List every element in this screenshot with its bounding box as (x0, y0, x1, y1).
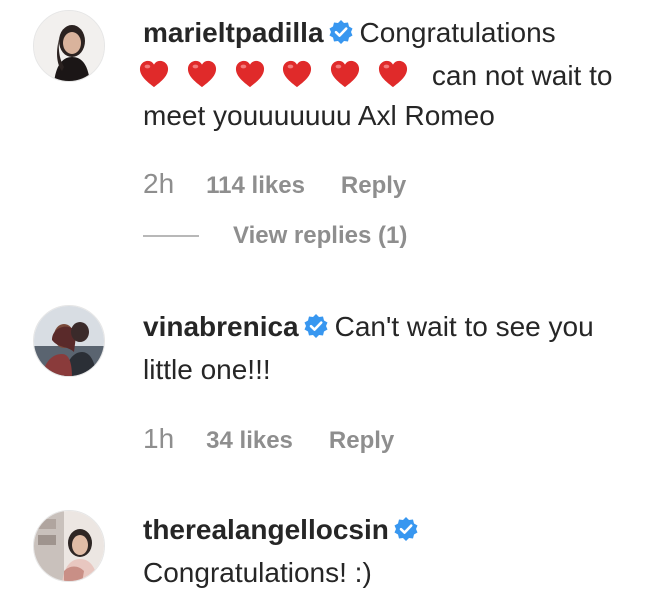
comment-username[interactable]: therealangellocsin (143, 514, 389, 545)
avatar[interactable] (33, 10, 105, 82)
heart-icon (283, 60, 312, 88)
comment-item: therealangellocsin Congratulations! :) (0, 500, 660, 600)
avatar[interactable] (33, 510, 105, 582)
comment-timestamp[interactable]: 2h (143, 168, 174, 200)
heart-icon (378, 60, 407, 88)
comment-item: vinabrenica Can't wait to see you little … (0, 295, 660, 475)
heart-icon (139, 60, 169, 88)
view-replies-button[interactable]: View replies (1) (143, 222, 407, 250)
reply-button[interactable]: Reply (329, 427, 394, 455)
avatar[interactable] (33, 305, 105, 377)
verified-badge-icon (328, 16, 354, 56)
verified-badge-icon (303, 310, 329, 350)
comment-text: Congratulations (359, 17, 556, 48)
comment-item: marieltpadilla Congratulations can not wa… (0, 0, 660, 270)
heart-icon (187, 60, 216, 88)
comment-username[interactable]: vinabrenica (143, 311, 299, 342)
avatar-image (34, 511, 104, 581)
heart-icon (331, 60, 360, 88)
comment-meta: 2h 114 likes Reply (143, 168, 406, 200)
comment-likes[interactable]: 34 likes (206, 427, 293, 455)
view-replies-divider (143, 235, 199, 237)
comment-body: marieltpadilla Congratulations can not wa… (139, 13, 633, 136)
comment-timestamp[interactable]: 1h (143, 423, 174, 455)
verified-badge-icon (393, 513, 419, 553)
view-replies-label: View replies (1) (233, 222, 408, 249)
comment-likes[interactable]: 114 likes (206, 172, 305, 200)
comment-body: therealangellocsin Congratulations! :) (143, 510, 633, 593)
avatar-image (34, 306, 104, 376)
comment-meta: 1h 34 likes Reply (143, 423, 394, 455)
heart-emoji-group (139, 56, 418, 96)
avatar-image (34, 11, 104, 81)
comment-body: vinabrenica Can't wait to see you little … (143, 307, 633, 390)
heart-icon (235, 60, 264, 88)
reply-button[interactable]: Reply (341, 172, 406, 200)
comment-text: Congratulations! :) (143, 557, 372, 588)
comment-username[interactable]: marieltpadilla (143, 17, 324, 48)
